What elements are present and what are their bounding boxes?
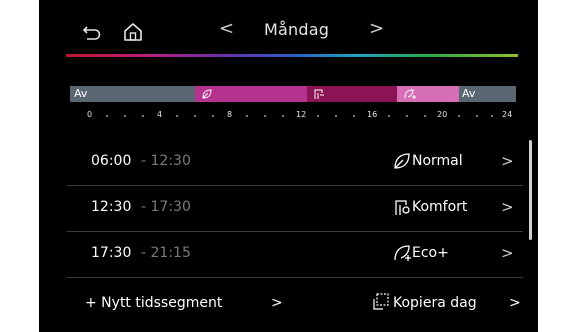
tick-dot (353, 115, 355, 117)
tick-dot (317, 115, 319, 117)
tick-label: 4 (157, 110, 163, 119)
time-separator: - (141, 245, 151, 261)
segment-mode-label: Komfort (412, 199, 468, 215)
tick-dot (406, 115, 408, 117)
segment-mode-label: Normal (412, 153, 463, 169)
schedule-row[interactable]: 12:30 - 17:30 Komfort > (67, 185, 523, 232)
back-arrow-icon[interactable] (83, 25, 101, 41)
leaf-icon (394, 153, 410, 169)
shower-icon (395, 200, 410, 215)
timeline-segment-off (70, 86, 195, 102)
tick-dot (176, 115, 178, 117)
timeline-ticks: 0 4 8 12 16 20 24 (39, 110, 538, 124)
tick-dot (194, 115, 196, 117)
tick-dot (282, 115, 284, 117)
tick-dot (491, 115, 493, 117)
segment-start-time: 12:30 (91, 199, 132, 215)
tick-dot (106, 115, 108, 117)
segment-start-time: 06:00 (91, 153, 132, 169)
tick-label: 16 (367, 110, 378, 119)
segment-end-time: - 21:15 (141, 245, 191, 261)
chevron-right-icon: > (509, 295, 521, 311)
tick-dot (142, 115, 144, 117)
timeline-label-off-end: Av (462, 87, 476, 100)
tick-label: 8 (227, 110, 233, 119)
page-title: Måndag (264, 20, 330, 39)
shower-icon (314, 89, 324, 99)
accent-gradient-line (66, 54, 518, 57)
segment-end-time: - 17:30 (141, 199, 191, 215)
eco-plus-icon (394, 245, 411, 261)
chevron-right-icon[interactable]: > (501, 152, 514, 170)
segment-start-time: 17:30 (91, 245, 132, 261)
tick-dot (264, 115, 266, 117)
tick-dot (388, 115, 390, 117)
prev-day-button[interactable]: < (219, 18, 234, 39)
end-time-value: 17:30 (150, 199, 191, 215)
tick-label: 12 (296, 110, 307, 119)
tick-label: 20 (437, 110, 448, 119)
chevron-right-icon: > (271, 295, 283, 311)
add-segment-button[interactable]: + Nytt tidssegment > (85, 283, 285, 323)
copy-icon (373, 293, 389, 310)
tick-dot (335, 115, 337, 117)
tick-dot (124, 115, 126, 117)
tick-dot (424, 115, 426, 117)
tick-label: 24 (502, 110, 513, 119)
segment-mode-label: Eco+ (412, 245, 449, 261)
chevron-right-icon[interactable]: > (501, 244, 514, 262)
timeline-label-off: Av (74, 87, 88, 100)
end-time-value: 21:15 (150, 245, 191, 261)
tick-dot (476, 115, 478, 117)
thermostat-screen: < Måndag > Av Av 0 4 8 12 16 20 24 06:00… (39, 0, 538, 332)
copy-day-button[interactable]: Kopiera dag > (371, 283, 531, 323)
time-separator: - (141, 153, 151, 169)
scrollbar[interactable] (529, 140, 532, 240)
copy-day-label: Kopiera dag (393, 295, 477, 311)
footer-actions: + Nytt tidssegment > Kopiera dag > (39, 283, 538, 323)
top-bar: < Måndag > (39, 0, 538, 62)
tick-dot (246, 115, 248, 117)
tick-dot (212, 115, 214, 117)
schedule-row[interactable]: 17:30 - 21:15 Eco+ > (67, 231, 523, 278)
home-icon[interactable] (123, 22, 143, 42)
next-day-button[interactable]: > (369, 18, 384, 39)
leaf-icon (202, 89, 212, 99)
time-separator: - (141, 199, 151, 215)
eco-plus-icon (404, 89, 416, 99)
add-segment-label: + Nytt tidssegment (85, 295, 223, 311)
chevron-right-icon[interactable]: > (501, 198, 514, 216)
end-time-value: 12:30 (150, 153, 191, 169)
schedule-row[interactable]: 06:00 - 12:30 Normal > (67, 139, 523, 186)
tick-label: 0 (87, 110, 93, 119)
tick-dot (458, 115, 460, 117)
timeline-bar[interactable]: Av Av (70, 86, 516, 102)
segment-end-time: - 12:30 (141, 153, 191, 169)
